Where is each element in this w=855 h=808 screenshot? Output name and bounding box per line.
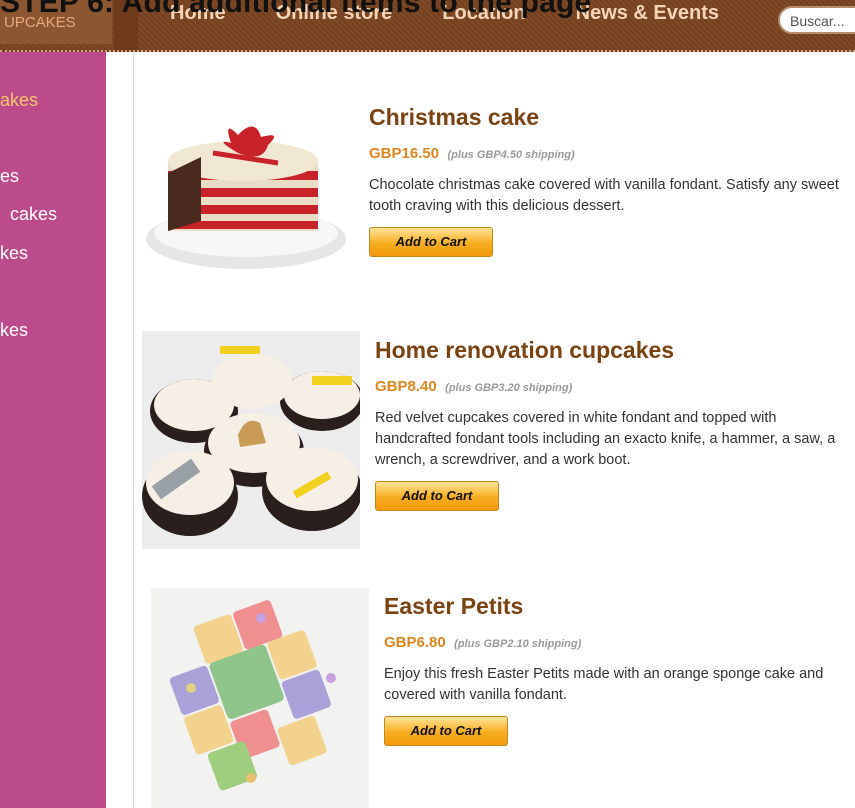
product-easter-petits: Easter Petits GBP6.80 (plus GBP2.10 ship… [384, 593, 844, 746]
step-title: STEP 6: Add additional items to the page [0, 0, 592, 19]
christmas-cake-image[interactable] [143, 113, 348, 273]
sidebar-item-4[interactable]: kes [0, 243, 28, 264]
add-to-cart-button[interactable]: Add to Cart [384, 716, 508, 746]
sidebar-item-5[interactable]: kes [0, 320, 28, 341]
shipping-note: (plus GBP4.50 shipping) [447, 149, 575, 161]
search-box [778, 6, 855, 34]
price-row: GBP8.40 (plus GBP3.20 shipping) [375, 378, 845, 396]
content-divider [133, 54, 134, 808]
product-price: GBP8.40 [375, 378, 437, 395]
product-title[interactable]: Easter Petits [384, 593, 844, 620]
header-dotted-divider [0, 50, 855, 52]
nav-item-news-events[interactable]: News & Events [576, 2, 719, 25]
price-row: GBP16.50 (plus GBP4.50 shipping) [369, 145, 839, 163]
search-input[interactable] [788, 12, 855, 30]
sidebar-item-cakes[interactable]: akes [0, 90, 38, 111]
sidebar-item-3[interactable]: cakes [10, 204, 57, 225]
home-renovation-cupcakes-image[interactable] [142, 331, 360, 549]
add-to-cart-button[interactable]: Add to Cart [369, 227, 493, 257]
product-title[interactable]: Christmas cake [369, 104, 839, 131]
price-row: GBP6.80 (plus GBP2.10 shipping) [384, 634, 844, 652]
product-description: Chocolate christmas cake covered with va… [369, 177, 839, 214]
shipping-note: (plus GBP3.20 shipping) [445, 382, 573, 394]
product-price: GBP16.50 [369, 145, 440, 162]
sidebar: akes es cakes kes kes [0, 52, 106, 808]
add-to-cart-button[interactable]: Add to Cart [375, 481, 499, 511]
product-title[interactable]: Home renovation cupcakes [375, 337, 845, 364]
product-description: Enjoy this fresh Easter Petits made with… [384, 666, 824, 703]
easter-petits-image[interactable] [151, 588, 369, 808]
sidebar-item-2[interactable]: es [0, 166, 19, 187]
product-home-renovation-cupcakes: Home renovation cupcakes GBP8.40 (plus G… [375, 337, 845, 511]
product-description: Red velvet cupcakes covered in white fon… [375, 410, 836, 468]
shipping-note: (plus GBP2.10 shipping) [454, 638, 582, 650]
product-price: GBP6.80 [384, 634, 446, 651]
product-christmas-cake: Christmas cake GBP16.50 (plus GBP4.50 sh… [369, 104, 839, 257]
